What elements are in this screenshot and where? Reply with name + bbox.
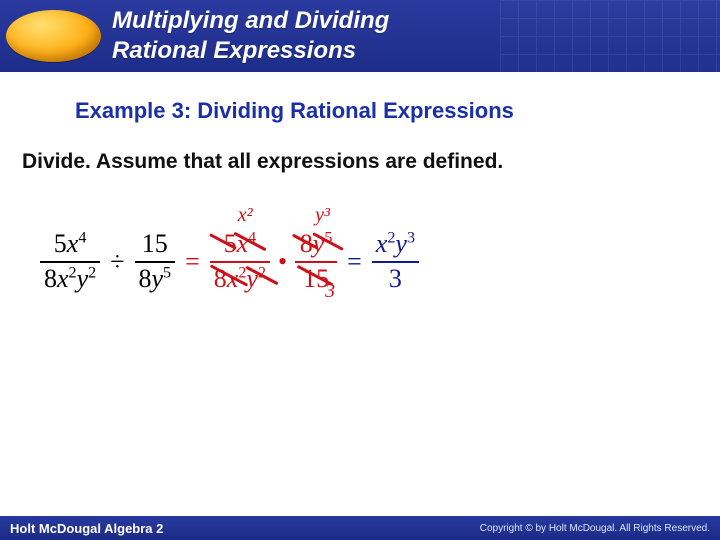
instruction-text: Divide. Assume that all expressions are … (22, 150, 503, 174)
equals-1: = (185, 247, 200, 277)
slide-footer: Holt McDougal Algebra 2 Copyright © by H… (0, 516, 720, 540)
lhs-fraction-1: 5x4 8x2y2 (40, 230, 100, 293)
header-oval-decoration (6, 10, 101, 62)
header-title-line2: Rational Expressions (112, 36, 389, 66)
result-fraction: x2y3 3 (372, 230, 419, 293)
header-title: Multiplying and Dividing Rational Expres… (112, 6, 389, 66)
annotation-3: 3 (325, 280, 335, 303)
example-heading: Example 3: Dividing Rational Expressions (75, 98, 514, 124)
annotation-x2: x² (238, 204, 253, 227)
step-fraction-1: 5x4 8x2y2 x² (210, 230, 270, 293)
footer-copyright: Copyright © by Holt McDougal. All Rights… (480, 523, 710, 534)
equals-2: = (347, 247, 362, 277)
slide-header: Multiplying and Dividing Rational Expres… (0, 0, 720, 72)
step-fraction-2: 8y5 15 y³ 3 (295, 230, 337, 293)
math-expression: 5x4 8x2y2 ÷ 15 8y5 = 5x4 8x2y2 x² • 8y5 … (40, 230, 419, 293)
header-title-line1: Multiplying and Dividing (112, 6, 389, 36)
annotation-y3: y³ (315, 204, 330, 227)
divide-symbol: ÷ (110, 247, 124, 277)
header-grid-decoration (500, 0, 720, 72)
footer-book-title: Holt McDougal Algebra 2 (10, 521, 163, 536)
multiply-dot: • (278, 247, 287, 277)
lhs-fraction-2: 15 8y5 (135, 230, 176, 293)
